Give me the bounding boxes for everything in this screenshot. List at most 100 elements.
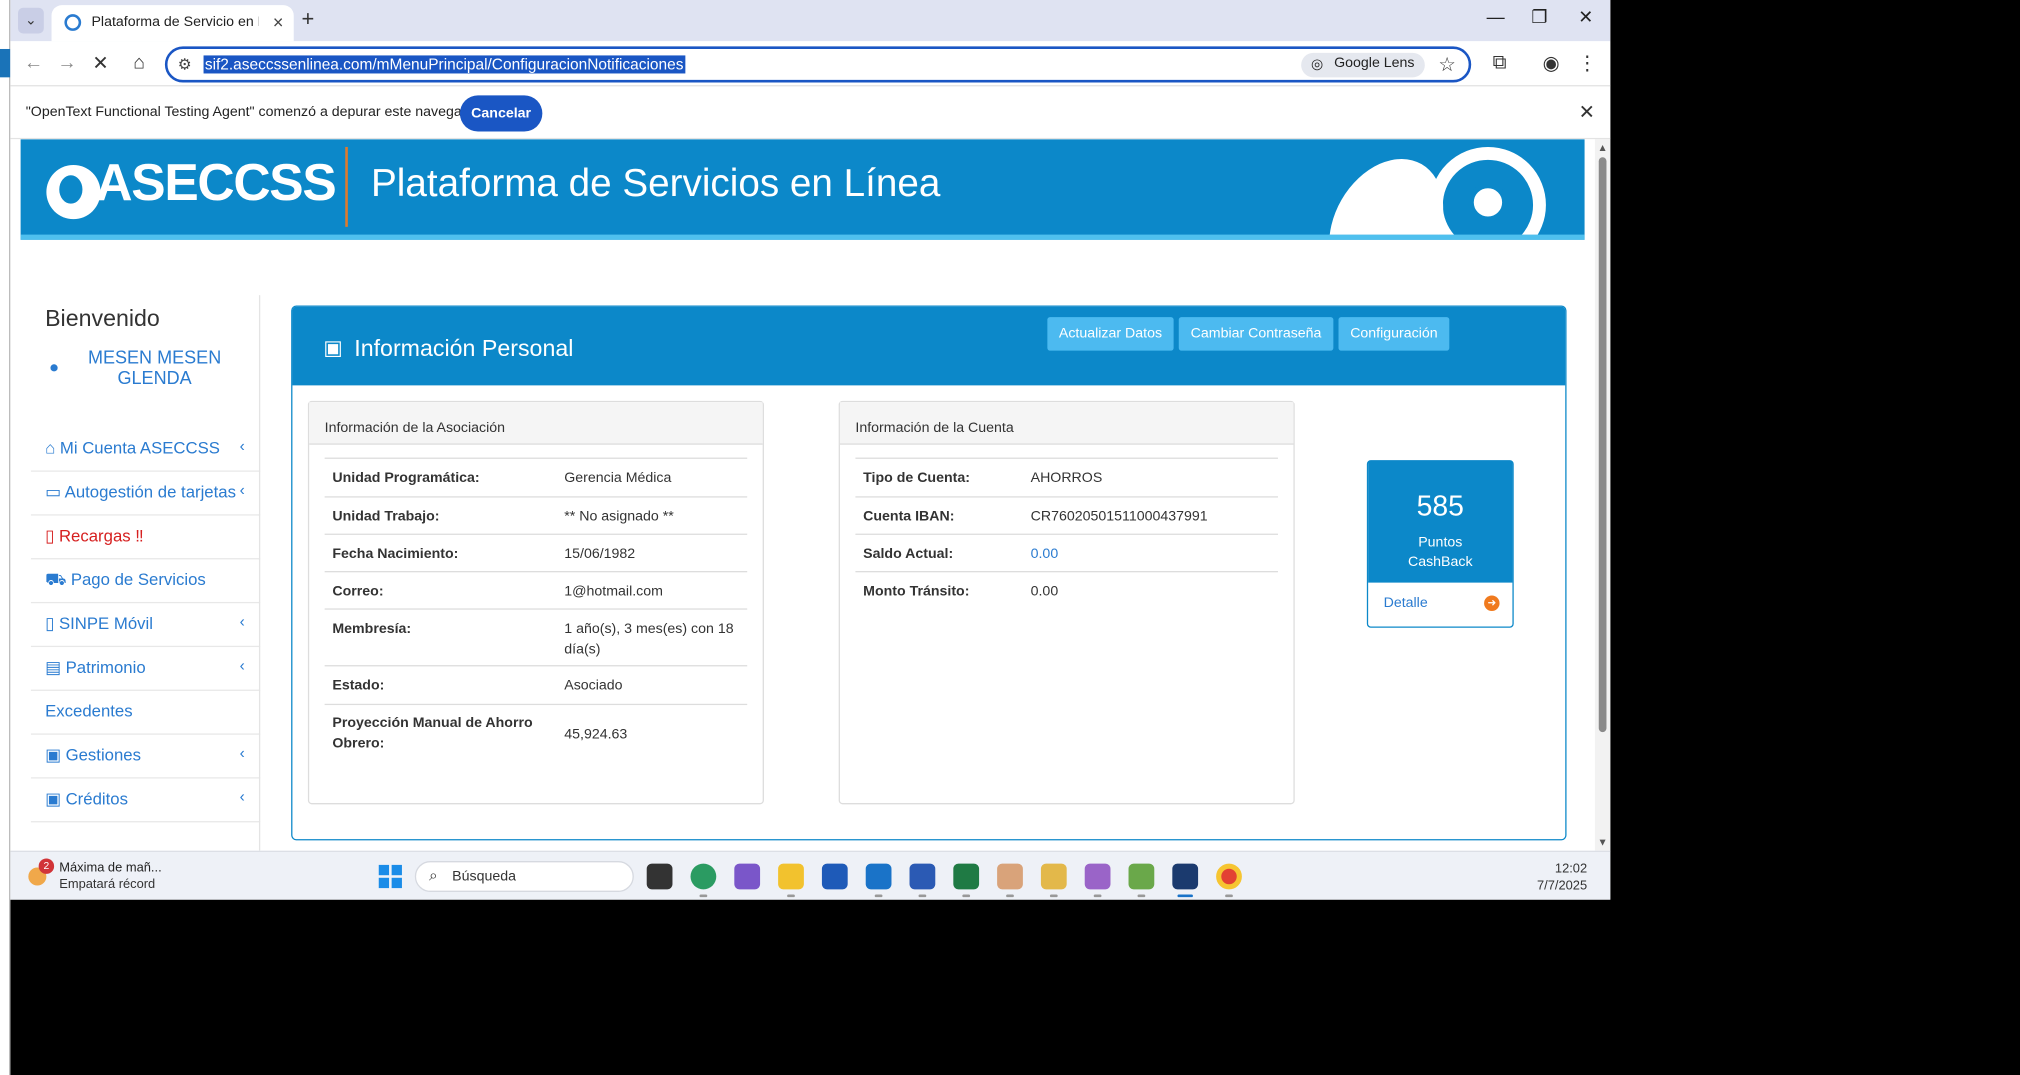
points-value: 585 [1416,489,1464,523]
table-row: Correo: 1@hotmail.com [324,571,748,608]
table-row: Unidad Programática: Gerencia Médica [324,457,748,497]
store-icon[interactable] [821,863,848,890]
detail-link[interactable]: Detalle [1384,596,1428,611]
field-label: Unidad Trabajo: [332,509,440,525]
paint-icon[interactable] [1128,863,1155,890]
browser-toolbar: ← → ✕ ⌂ ⚙ sif2.aseccssenlinea.com/mMenuP… [10,41,1611,86]
word-icon[interactable] [909,863,936,890]
outlook-icon[interactable] [865,863,892,890]
notification-badge: 2 [38,858,55,874]
home-icon[interactable]: ⌂ [126,52,152,74]
copilot-icon[interactable] [734,863,761,890]
scroll-up-icon[interactable]: ▲ [1597,142,1607,154]
field-label: Proyección Manual de Ahorro Obrero: [332,715,533,752]
table-row: Proyección Manual de Ahorro Obrero: 45,9… [324,703,748,761]
chevron-left-icon: ‹ [239,656,245,675]
bookmark-star-icon[interactable]: ☆ [1438,53,1455,76]
tab-title: Plataforma de Servicio en Línea [91,14,258,30]
lens-icon: ◎ [1310,56,1324,73]
edge-icon[interactable] [690,863,717,890]
sidebar-item-patrimonio[interactable]: ▤ Patrimonio ‹ [30,647,261,691]
field-value: 1@hotmail.com [564,583,663,600]
minimize-button[interactable]: — [1476,6,1515,27]
site-banner: ASECCSS Plataforma de Servicios en Línea [20,139,1585,240]
site-logo[interactable]: ASECCSS [95,155,336,213]
briefcase-icon: ▣ [323,337,343,360]
sidebar-item-pago-servicios[interactable]: ⛟ Pago de Servicios [30,559,261,604]
card-heading: Información de la Cuenta [855,420,1014,436]
scrollbar-thumb[interactable] [1598,157,1607,733]
sidebar-item-mi-cuenta[interactable]: ⌂ Mi Cuenta ASECCSS ‹ [30,428,261,472]
sidebar-item-label: Créditos [65,788,128,809]
site-info-icon[interactable]: ⚙ [178,55,192,73]
table-row: Fecha Nacimiento: 15/06/1982 [324,533,748,571]
extensions-icon[interactable]: ⧉ [1487,52,1513,74]
task-view-icon[interactable] [646,863,673,890]
close-tab-icon[interactable]: × [273,12,284,33]
mobile-icon: ▯ [45,525,59,546]
windows-taskbar: 2 Máxima de mañ... Empatará récord ⌕ Bús… [10,850,1611,900]
snipping-tool-icon[interactable] [1084,863,1111,890]
taskbar-search-input[interactable]: ⌕ Búsqueda [414,861,634,892]
change-password-button[interactable]: Cambiar Contraseña [1178,317,1334,351]
chrome-icon[interactable] [1216,863,1242,890]
account-info-card: Información de la Cuenta Tipo de Cuenta:… [838,400,1295,805]
field-label: Correo: [332,583,384,600]
sidebar-item-sinpe-movil[interactable]: ▯ SINPE Móvil ‹ [30,603,261,648]
app-triangle-icon[interactable] [1172,863,1199,890]
field-value: 1 año(s), 3 mes(es) con 18 día(s) [564,621,734,658]
user-icon: ● [48,357,60,377]
table-row: Tipo de Cuenta: AHORROS [855,457,1278,497]
tab-strip: ⌄ Plataforma de Servicio en Línea × + — … [10,0,1611,42]
forward-arrow-icon[interactable]: → [54,52,80,74]
close-infobar-icon[interactable]: ✕ [1579,101,1595,124]
aseccss-logo-icon [46,164,101,220]
close-window-button[interactable]: ✕ [1567,6,1606,28]
page-scrollbar[interactable]: ▲ ▼ [1594,139,1611,851]
configuration-button[interactable]: Configuración [1338,317,1450,351]
new-tab-button[interactable]: + [301,6,314,32]
sidebar-item-autogestion-tarjetas[interactable]: ▭ Autogestión de tarjetas ‹ [30,472,261,516]
sidebar-item-creditos[interactable]: ▣ Créditos ‹ [30,779,261,823]
address-bar[interactable]: ⚙ sif2.aseccssenlinea.com/mMenuPrincipal… [164,46,1472,83]
excel-icon[interactable] [953,863,980,890]
arrow-right-circle-icon[interactable]: ➜ [1484,595,1500,611]
panel-header: ▣ Información Personal Actualizar Datos … [292,306,1566,386]
chevron-left-icon: ‹ [239,787,245,806]
table-row: Membresía: 1 año(s), 3 mes(es) con 18 dí… [324,608,748,665]
personal-info-panel: ▣ Información Personal Actualizar Datos … [291,305,1567,841]
tab-search-button[interactable]: ⌄ [18,7,44,34]
sidebar-item-recargas[interactable]: ▯ Recargas ‼ [30,516,261,560]
clock-time: 12:02 [1554,862,1588,877]
association-info-card: Información de la Asociación Unidad Prog… [307,400,764,805]
google-lens-button[interactable]: ◎ Google Lens [1300,52,1425,78]
money-icon: ▣ [45,788,66,809]
system-clock[interactable]: 12:02 7/7/2025 [1537,861,1587,895]
background-window-edge [0,0,11,1075]
file-explorer-icon[interactable] [778,863,804,890]
table-row: Saldo Actual: 0.00 [855,533,1278,571]
restore-button[interactable]: ❐ [1520,6,1559,28]
field-label: Membresía: [332,621,412,637]
welcome-heading: Bienvenido [45,305,160,332]
scroll-down-icon[interactable]: ▼ [1597,837,1607,849]
browser-tab[interactable]: Plataforma de Servicio en Línea × [51,5,294,42]
sidebar-item-excedentes[interactable]: Excedentes [30,691,261,735]
windows-start-icon[interactable] [378,864,402,889]
update-data-button[interactable]: Actualizar Datos [1047,317,1174,351]
sidebar-item-label: Mi Cuenta ASECCSS [59,438,220,458]
balance-link[interactable]: 0.00 [1031,544,1211,565]
cancel-debug-button[interactable]: Cancelar [459,95,543,132]
field-value: 45,924.63 [564,726,628,743]
stop-loading-icon[interactable]: ✕ [88,52,114,75]
menu-kebab-icon[interactable]: ⋮ [1574,52,1600,75]
profile-icon[interactable]: ◉ [1538,52,1564,75]
app-icon[interactable] [997,863,1023,890]
id-card-icon: ▤ [45,657,66,677]
cashback-points-card: 585 Puntos CashBack Detalle ➜ [1366,460,1514,628]
tool-icon[interactable] [1040,863,1067,890]
sidebar-item-gestiones[interactable]: ▣ Gestiones ‹ [30,735,261,779]
back-arrow-icon[interactable]: ← [21,52,47,74]
field-value: 0.00 [1030,583,1059,600]
url-text[interactable]: sif2.aseccssenlinea.com/mMenuPrincipal/C… [203,55,685,74]
